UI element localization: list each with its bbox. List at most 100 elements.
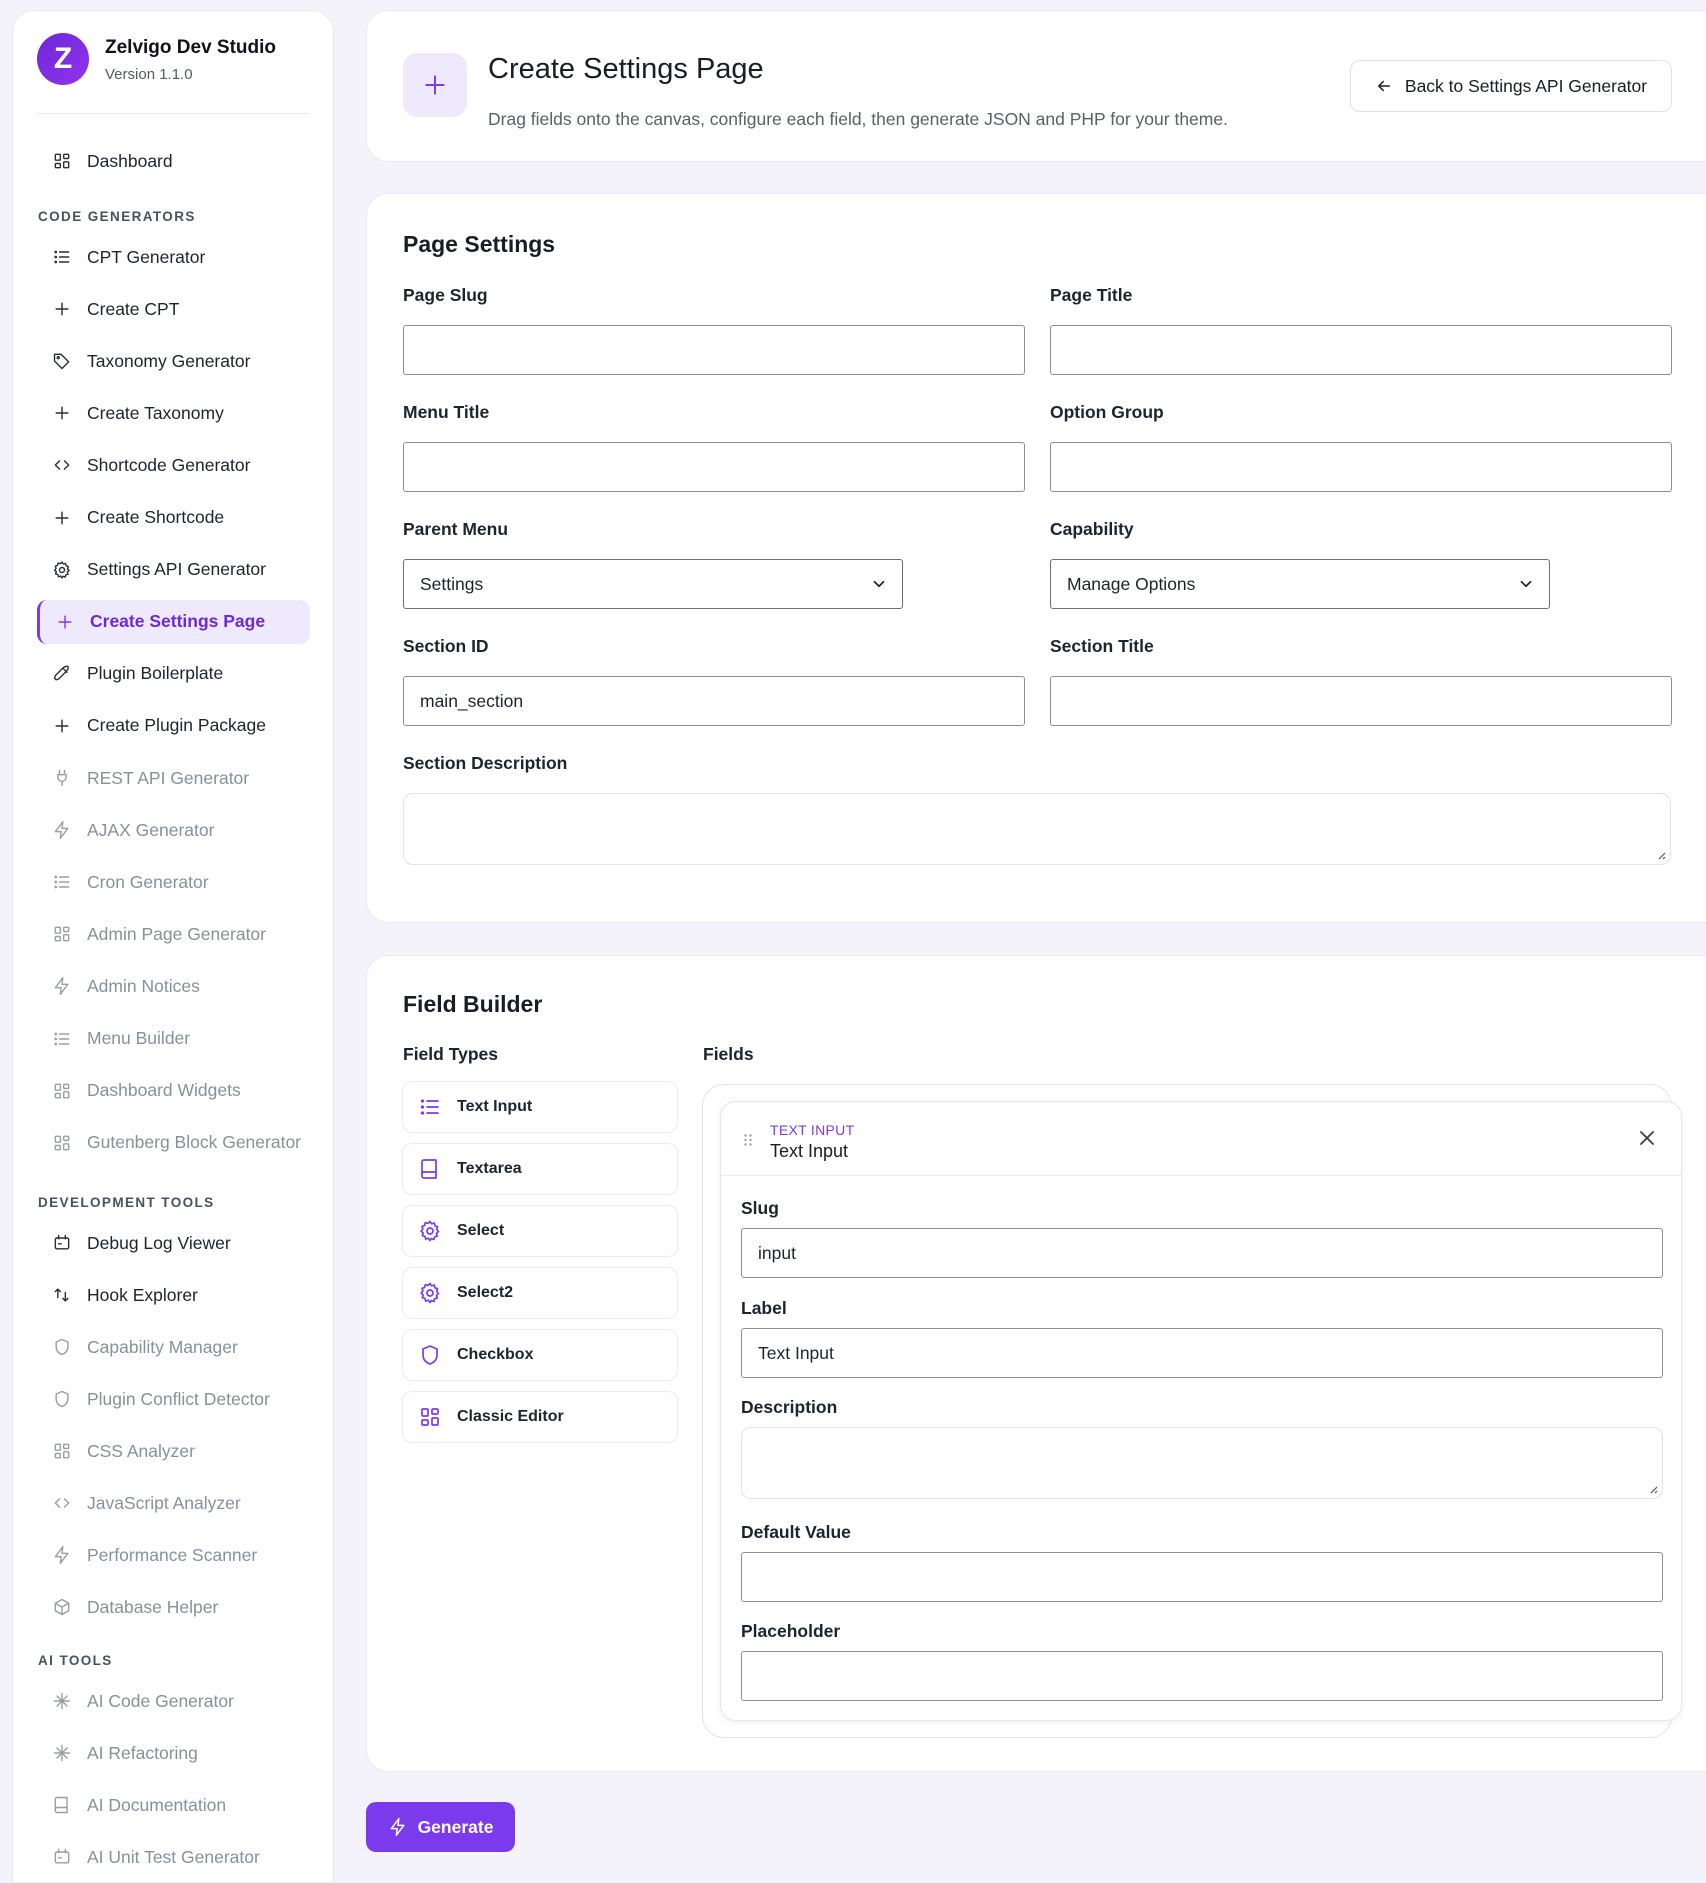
field-placeholder-input[interactable] bbox=[741, 1651, 1663, 1701]
field-label-input[interactable]: Text Input bbox=[741, 1328, 1663, 1378]
sidebar-item-label: CSS Analyzer bbox=[87, 1440, 195, 1461]
shield-icon bbox=[51, 1388, 73, 1410]
tag-icon bbox=[51, 350, 73, 372]
sidebar-item-settings-api-generator[interactable]: Settings API Generator bbox=[37, 548, 310, 592]
sparkle-icon bbox=[51, 1742, 73, 1764]
section-id-input[interactable]: main_section bbox=[403, 676, 1025, 726]
sidebar-item-shortcode-generator[interactable]: Shortcode Generator bbox=[37, 443, 310, 487]
shield-icon bbox=[417, 1342, 443, 1368]
sidebar-item-gutenberg-block-generator[interactable]: Gutenberg Block Generator bbox=[37, 1121, 310, 1165]
back-button[interactable]: Back to Settings API Generator bbox=[1350, 60, 1672, 112]
book-icon bbox=[51, 1794, 73, 1816]
field-type-checkbox[interactable]: Checkbox bbox=[402, 1329, 678, 1381]
sidebar-item-ai-code-generator[interactable]: AI Code Generator bbox=[37, 1679, 310, 1723]
sidebar-item-database-helper[interactable]: Database Helper bbox=[37, 1585, 310, 1629]
field-label-label: Label bbox=[741, 1298, 787, 1318]
sidebar-item-create-cpt[interactable]: Create CPT bbox=[37, 287, 310, 331]
sidebar-item-menu-builder[interactable]: Menu Builder bbox=[37, 1017, 310, 1061]
page-title-input[interactable] bbox=[1050, 325, 1672, 375]
sidebar-item-label: Gutenberg Block Generator bbox=[87, 1132, 302, 1153]
book-icon bbox=[417, 1156, 443, 1182]
sidebar-item-label: AJAX Generator bbox=[87, 819, 215, 840]
sidebar-item-performance-scanner[interactable]: Performance Scanner bbox=[37, 1533, 310, 1577]
field-type-select[interactable]: Select bbox=[402, 1205, 678, 1257]
sidebar-item-admin-notices[interactable]: Admin Notices bbox=[37, 964, 310, 1008]
page-slug-input[interactable] bbox=[403, 325, 1025, 375]
sidebar-item-rest-api-generator[interactable]: REST API Generator bbox=[37, 756, 310, 800]
drag-handle-icon[interactable] bbox=[743, 1133, 753, 1147]
sidebar-item-debug-log-viewer[interactable]: Debug Log Viewer bbox=[37, 1221, 310, 1265]
section-id-label: Section ID bbox=[403, 636, 489, 656]
code-icon bbox=[51, 1492, 73, 1514]
sidebar-item-dashboard-widgets[interactable]: Dashboard Widgets bbox=[37, 1069, 310, 1113]
plus-icon bbox=[51, 298, 73, 320]
resize-grip-icon[interactable] bbox=[1656, 850, 1666, 860]
sidebar-item-plugin-boilerplate[interactable]: Plugin Boilerplate bbox=[37, 652, 310, 696]
sidebar-item-label: CPT Generator bbox=[87, 246, 206, 267]
field-type-label: Classic Editor bbox=[457, 1408, 564, 1425]
field-item[interactable]: TEXT INPUT Text Input Slug input Label T… bbox=[720, 1101, 1682, 1721]
field-kind: TEXT INPUT bbox=[770, 1122, 855, 1138]
sidebar-item-capability-manager[interactable]: Capability Manager bbox=[37, 1325, 310, 1369]
field-description-textarea[interactable] bbox=[741, 1427, 1663, 1499]
header-card: Create Settings Page Drag fields onto th… bbox=[366, 10, 1706, 162]
brand-logo: Z bbox=[37, 33, 89, 85]
capability-select[interactable]: Manage Options bbox=[1050, 559, 1550, 609]
sidebar-item-css-analyzer[interactable]: CSS Analyzer bbox=[37, 1429, 310, 1473]
fields-canvas[interactable]: TEXT INPUT Text Input Slug input Label T… bbox=[702, 1084, 1682, 1738]
cube-icon bbox=[51, 1596, 73, 1618]
plus-icon bbox=[51, 507, 73, 529]
sidebar-item-cron-generator[interactable]: Cron Generator bbox=[37, 860, 310, 904]
section-title-label: Section Title bbox=[1050, 636, 1154, 656]
bolt-icon bbox=[51, 1544, 73, 1566]
calendar-icon bbox=[51, 1232, 73, 1254]
field-type-text-input[interactable]: Text Input bbox=[402, 1081, 678, 1133]
sidebar-item-javascript-analyzer[interactable]: JavaScript Analyzer bbox=[37, 1481, 310, 1525]
bolt-icon bbox=[51, 819, 73, 841]
sidebar-item-create-shortcode[interactable]: Create Shortcode bbox=[37, 496, 310, 540]
sidebar-item-hook-explorer[interactable]: Hook Explorer bbox=[37, 1273, 310, 1317]
field-type-label: Textarea bbox=[457, 1160, 522, 1177]
sidebar-item-taxonomy-generator[interactable]: Taxonomy Generator bbox=[37, 339, 310, 383]
sidebar-item-ai-documentation[interactable]: AI Documentation bbox=[37, 1783, 310, 1827]
page-subtitle: Drag fields onto the canvas, configure e… bbox=[488, 109, 1228, 129]
sidebar-item-plugin-conflict-detector[interactable]: Plugin Conflict Detector bbox=[37, 1377, 310, 1421]
brand[interactable]: Z Zelvigo Dev Studio Version 1.1.0 bbox=[37, 33, 276, 85]
sidebar-item-dashboard[interactable]: Dashboard bbox=[37, 139, 310, 183]
section-description-textarea[interactable] bbox=[403, 793, 1671, 865]
field-type-classic-editor[interactable]: Classic Editor bbox=[402, 1391, 678, 1443]
sidebar-item-label: Taxonomy Generator bbox=[87, 350, 251, 371]
sidebar-item-admin-page-generator[interactable]: Admin Page Generator bbox=[37, 912, 310, 956]
parent-menu-value: Settings bbox=[420, 573, 484, 594]
field-default-input[interactable] bbox=[741, 1552, 1663, 1602]
field-builder-card: Field Builder Field Types Fields Text In… bbox=[366, 955, 1706, 1772]
field-type-label: Select bbox=[457, 1222, 505, 1239]
section-title-input[interactable] bbox=[1050, 676, 1672, 726]
code-icon bbox=[51, 454, 73, 476]
field-type-select2[interactable]: Select2 bbox=[402, 1267, 678, 1319]
rocket-icon bbox=[51, 663, 73, 685]
sidebar-item-create-settings-page[interactable]: Create Settings Page bbox=[37, 599, 310, 644]
option-group-label: Option Group bbox=[1050, 402, 1164, 422]
shield-icon bbox=[51, 1336, 73, 1358]
sidebar-item-ajax-generator[interactable]: AJAX Generator bbox=[37, 808, 310, 852]
sidebar-item-create-plugin-package[interactable]: Create Plugin Package bbox=[37, 704, 310, 748]
sidebar-item-ai-unit-test-generator[interactable]: AI Unit Test Generator bbox=[37, 1835, 310, 1879]
field-slug-input[interactable]: input bbox=[741, 1228, 1663, 1278]
menu-title-input[interactable] bbox=[403, 442, 1025, 492]
field-name: Text Input bbox=[770, 1141, 849, 1161]
sparkle-icon bbox=[51, 1690, 73, 1712]
sidebar-item-label: Admin Notices bbox=[87, 975, 200, 996]
field-type-textarea[interactable]: Textarea bbox=[402, 1143, 678, 1195]
close-icon[interactable] bbox=[1639, 1130, 1655, 1146]
grid-icon bbox=[417, 1404, 443, 1430]
resize-grip-icon[interactable] bbox=[1648, 1484, 1658, 1494]
calendar-icon bbox=[51, 1846, 73, 1868]
generate-button[interactable]: Generate bbox=[366, 1802, 515, 1852]
option-group-input[interactable] bbox=[1050, 442, 1672, 492]
sidebar-item-ai-refactoring[interactable]: AI Refactoring bbox=[37, 1731, 310, 1775]
sidebar-item-label: Plugin Conflict Detector bbox=[87, 1388, 270, 1409]
sidebar-item-cpt-generator[interactable]: CPT Generator bbox=[37, 235, 310, 279]
parent-menu-select[interactable]: Settings bbox=[403, 559, 903, 609]
sidebar-item-create-taxonomy[interactable]: Create Taxonomy bbox=[37, 391, 310, 435]
